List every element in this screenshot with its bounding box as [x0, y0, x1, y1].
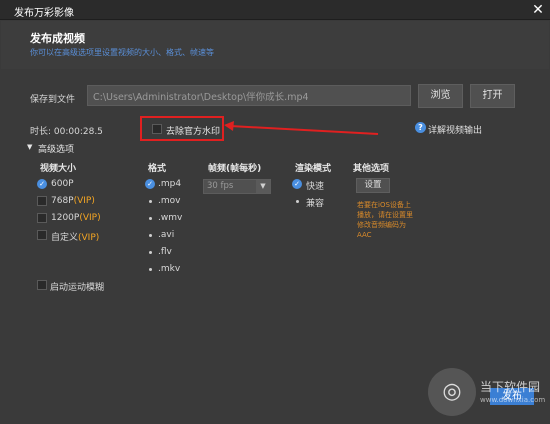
format-bullet: [149, 234, 152, 237]
file-path-input[interactable]: C:\Users\Administrator\Desktop\伴你成长.mp4: [87, 85, 411, 106]
remove-watermark-label[interactable]: 去除官方水印: [166, 124, 220, 137]
format-option-wmv[interactable]: .wmv: [158, 213, 182, 223]
size-checkbox-768p[interactable]: [37, 196, 47, 206]
size-checkbox-1200p[interactable]: [37, 213, 47, 223]
vip-badge: (VIP): [73, 196, 95, 206]
size-option-custom[interactable]: 自定义(VIP): [51, 230, 99, 243]
video-size-header: 视频大小: [40, 164, 77, 174]
format-header: 格式: [148, 164, 167, 174]
vip-badge: (VIP): [78, 233, 100, 243]
checkbox-checked-icon[interactable]: ✓: [292, 179, 302, 189]
browse-button[interactable]: 浏览: [418, 84, 463, 108]
render-option-fast[interactable]: 快速: [306, 179, 324, 192]
caret-down-icon[interactable]: ▼: [27, 143, 32, 151]
format-bullet: [149, 251, 152, 254]
settings-button[interactable]: 设置: [356, 178, 390, 193]
site-watermark-url: www.downxia.com: [480, 396, 546, 404]
annotation-arrow: [224, 121, 379, 135]
vip-badge: (VIP): [79, 213, 101, 223]
fps-header: 帧频(帧每秒): [208, 164, 262, 174]
format-bullet: [149, 200, 152, 203]
size-option-1200p[interactable]: 1200P(VIP): [51, 213, 101, 223]
help-link[interactable]: 详解视频输出: [428, 123, 482, 136]
dropdown-arrow-icon[interactable]: ▼: [256, 180, 270, 193]
render-mode-header: 渲染模式: [295, 164, 332, 174]
title-bar: [0, 0, 550, 20]
motion-blur-checkbox[interactable]: [37, 280, 47, 290]
page-subtitle: 你可以在高级选项里设置视频的大小、格式、帧速等: [30, 48, 214, 57]
render-bullet: [296, 200, 299, 203]
format-bullet: [149, 268, 152, 271]
help-icon[interactable]: ?: [415, 122, 426, 133]
checkbox-checked-icon[interactable]: ✓: [145, 179, 155, 189]
format-option-flv[interactable]: .flv: [158, 247, 172, 257]
page-title: 发布成视频: [30, 32, 85, 45]
save-to-file-label: 保存到文件: [30, 95, 76, 105]
site-logo-icon: ◎: [428, 368, 476, 416]
format-option-mov[interactable]: .mov: [158, 196, 180, 206]
remove-watermark-checkbox[interactable]: [152, 124, 162, 134]
open-button[interactable]: 打开: [470, 84, 515, 108]
checkbox-checked-icon[interactable]: ✓: [37, 179, 47, 189]
duration-text: 时长: 00:00:28.5: [30, 127, 103, 137]
format-option-mp4[interactable]: .mp4: [158, 179, 181, 189]
size-option-600p[interactable]: 600P: [51, 179, 74, 189]
render-option-compatible[interactable]: 兼容: [306, 196, 324, 209]
format-option-avi[interactable]: .avi: [158, 230, 174, 240]
format-option-mkv[interactable]: .mkv: [158, 264, 180, 274]
motion-blur-label[interactable]: 启动运动模糊: [50, 280, 104, 293]
advanced-options-toggle[interactable]: 高级选项: [38, 142, 74, 155]
other-options-header: 其他选项: [353, 164, 390, 174]
window-title: 发布万彩影像: [14, 8, 74, 19]
size-checkbox-custom[interactable]: [37, 230, 47, 240]
ios-audio-note: 若要在iOS设备上播放，请在设置里修改音频编码为AAC: [357, 201, 413, 239]
size-option-768p[interactable]: 768P(VIP): [51, 196, 95, 206]
site-watermark-name: 当下软件园: [480, 380, 541, 394]
close-icon[interactable]: ✕: [530, 2, 546, 18]
format-bullet: [149, 217, 152, 220]
